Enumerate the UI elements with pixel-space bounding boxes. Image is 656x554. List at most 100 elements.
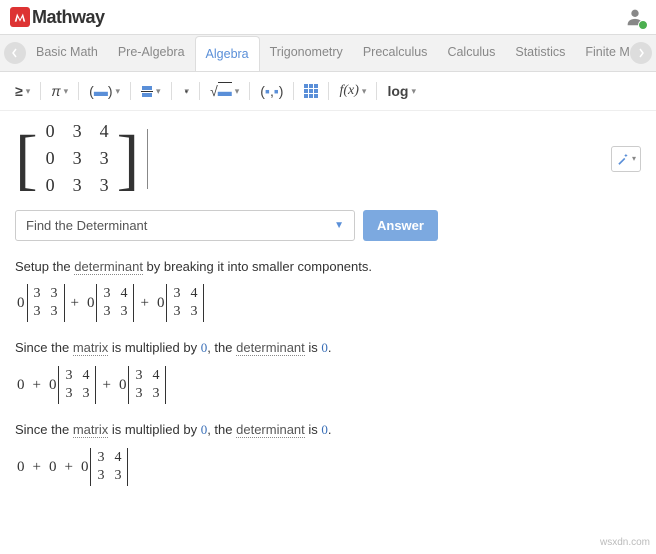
caret-icon: ▾ [26,86,31,97]
separator [376,82,377,100]
caret-icon: ▾ [362,86,367,97]
caret-icon: ▾ [156,86,161,97]
watermark: wsxdn.com [600,537,650,548]
step-description: Since the matrix is multiplied by 0, the… [15,340,641,356]
coefficient: 0 [15,295,27,312]
separator [78,82,79,100]
separator [293,82,294,100]
matrix-cell: 3 [100,175,109,196]
tab-calculus[interactable]: Calculus [437,35,505,71]
matrix-cell: 0 [46,175,55,196]
plus-operator: + [65,295,85,312]
math-number: 0 [321,340,328,355]
problem-row: [ 034033033 ] ▾ [15,121,641,196]
tab-basic-math[interactable]: Basic Math [26,35,108,71]
matrix-cell: 4 [100,121,109,142]
brand-logo[interactable]: Mathway [10,7,105,28]
matrix-cell: 3 [73,121,82,142]
matrix-cell: 3 [73,175,82,196]
paren-icon: (▬) [89,83,112,99]
tool-exponent[interactable]: ▪▾ [177,83,195,100]
magic-wand-icon [616,152,630,166]
caret-icon: ▾ [115,86,120,97]
fraction-icon [141,86,153,97]
caret-icon: ▾ [411,86,416,97]
status-badge-icon [638,20,648,30]
content-area: [ 034033033 ] ▾ Find the Determinant ▼ A… [0,111,656,514]
select-label: Find the Determinant [26,218,147,233]
determinant-2x2: 3433 [58,366,96,404]
matrix-cell: 0 [46,121,55,142]
coefficient: 0 [79,459,91,476]
caret-icon: ▾ [235,86,240,97]
determinant-2x2: 3433 [96,284,134,322]
tab-finite-math[interactable]: Finite Math [575,35,630,71]
tool-function[interactable]: f(x)▾ [334,80,371,102]
math-toolbar: ≥▾ π▾ (▬)▾ ▾ ▪▾ √▬▾ (▪,▪) f(x)▾ log▾ [0,72,656,111]
solution-step: Since the matrix is multiplied by 0, the… [15,340,641,404]
tabs-next-button[interactable] [630,42,652,64]
plus-operator: + [96,377,116,394]
tool-constant[interactable]: π▾ [46,80,73,102]
sqrt-icon: √▬ [210,83,232,99]
logo-icon [10,7,30,27]
glossary-term[interactable]: determinant [74,259,143,275]
left-bracket-icon: [ [15,129,38,189]
problem-input[interactable]: [ 034033033 ] [15,121,148,196]
step-expression: 0+0+03433 [15,448,641,486]
tool-matrix[interactable] [299,81,323,101]
math-number: 0 [201,340,208,355]
separator [249,82,250,100]
tool-parentheses[interactable]: (▬)▾ [84,80,125,102]
caret-icon: ▾ [632,154,636,163]
glossary-term[interactable]: matrix [73,422,108,438]
tabs-prev-button[interactable] [4,42,26,64]
action-row: Find the Determinant ▼ Answer [15,210,641,241]
topic-select[interactable]: Find the Determinant ▼ [15,210,355,241]
matrix-cell: 3 [100,148,109,169]
coefficient: 0 [117,377,129,394]
plus-operator: + [134,295,154,312]
tool-inequality[interactable]: ≥▾ [10,80,35,102]
caret-icon: ▾ [64,86,69,97]
tool-log[interactable]: log▾ [382,80,421,102]
user-menu[interactable] [624,6,646,28]
step-description: Since the matrix is multiplied by 0, the… [15,422,641,438]
tab-precalculus[interactable]: Precalculus [353,35,438,71]
chevron-right-icon [636,48,646,58]
determinant-2x2: 3433 [166,284,204,322]
coefficient: 0 [47,377,59,394]
edit-button[interactable]: ▾ [611,146,641,172]
determinant-2x2: 3333 [27,284,65,322]
tool-interval[interactable]: (▪,▪) [255,80,288,102]
step-expression: 03333+03433+03433 [15,284,641,322]
matrix-cell: 3 [73,148,82,169]
tab-trigonometry[interactable]: Trigonometry [260,35,353,71]
step-expression: 0+03433+03433 [15,366,641,404]
chevron-down-icon: ▼ [334,220,344,231]
separator [328,82,329,100]
math-number: 0 [201,422,208,437]
coefficient: 0 [155,295,167,312]
separator [199,82,200,100]
app-header: Mathway [0,0,656,35]
tab-pre-algebra[interactable]: Pre-Algebra [108,35,195,71]
solution-step: Since the matrix is multiplied by 0, the… [15,422,641,486]
math-number: 0 [321,422,328,437]
determinant-2x2: 3433 [90,448,128,486]
solution-step: Setup the determinant by breaking it int… [15,259,641,322]
answer-button[interactable]: Answer [363,210,438,241]
separator [130,82,131,100]
tab-algebra[interactable]: Algebra [195,36,260,71]
chevron-left-icon [10,48,20,58]
tool-radical[interactable]: √▬▾ [205,80,244,102]
brand-text: Mathway [32,7,105,28]
glossary-term[interactable]: matrix [73,340,108,356]
glossary-term[interactable]: determinant [236,340,305,356]
coefficient: 0 [85,295,97,312]
matrix-grid: 034033033 [38,121,117,196]
tool-fraction[interactable]: ▾ [136,83,166,100]
glossary-term[interactable]: determinant [236,422,305,438]
subject-tabs: Basic MathPre-AlgebraAlgebraTrigonometry… [0,35,656,72]
tab-statistics[interactable]: Statistics [505,35,575,71]
